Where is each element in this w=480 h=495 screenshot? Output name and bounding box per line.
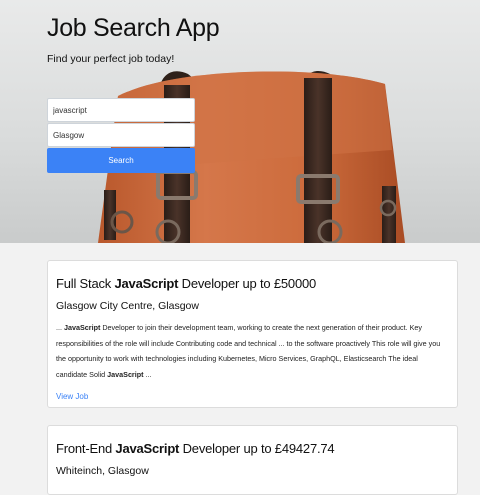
results-list: Full Stack JavaScript Developer up to £5… bbox=[0, 243, 480, 495]
app-title: Job Search App bbox=[47, 14, 220, 42]
app-subtitle: Find your perfect job today! bbox=[47, 53, 175, 65]
search-button[interactable]: Search bbox=[47, 148, 195, 173]
keyword-input[interactable] bbox=[47, 98, 195, 122]
job-card: Front-End JavaScript Developer up to £49… bbox=[47, 425, 458, 495]
job-title[interactable]: Front-End JavaScript Developer up to £49… bbox=[56, 426, 449, 456]
hero-banner: Job Search App Find your perfect job tod… bbox=[0, 0, 480, 243]
view-job-link[interactable]: View Job bbox=[56, 392, 88, 401]
job-title[interactable]: Full Stack JavaScript Developer up to £5… bbox=[56, 261, 449, 291]
search-form: Search bbox=[47, 98, 195, 173]
job-card: Full Stack JavaScript Developer up to £5… bbox=[47, 260, 458, 408]
job-snippet: ... JavaScript Developer to join their d… bbox=[56, 323, 441, 379]
location-input[interactable] bbox=[47, 123, 195, 147]
job-location: Glasgow City Centre, Glasgow bbox=[56, 300, 199, 312]
job-location: Whiteinch, Glasgow bbox=[56, 465, 149, 477]
